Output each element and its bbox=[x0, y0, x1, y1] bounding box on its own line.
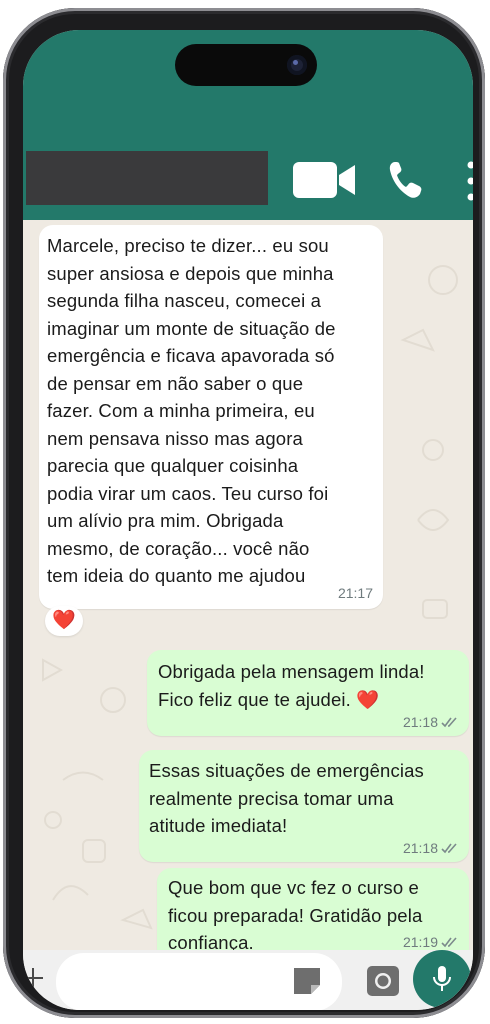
message-line: parecia que qualquer coisinha bbox=[47, 455, 299, 476]
message-time: 21:18 bbox=[402, 840, 438, 856]
phone-frame: Marcele, preciso te dizer... eu sou supe… bbox=[3, 8, 485, 1018]
message-line: realmente precisa tomar uma bbox=[149, 787, 394, 809]
message-line: fazer. Com a minha primeira, eu bbox=[47, 400, 315, 421]
message-line: tem ideia do quanto me ajudou bbox=[47, 565, 306, 586]
chat-header bbox=[23, 150, 473, 220]
message-line: mesmo, de coração... você não bbox=[47, 537, 310, 559]
message-line: emergência e ficava apavorada só bbox=[47, 345, 335, 366]
message-time: 21:17 bbox=[337, 585, 373, 601]
message-line: segunda filha nasceu, comecei a bbox=[47, 290, 322, 311]
message-line: um alívio pra mim. Obrigada bbox=[47, 510, 284, 531]
message-line: imaginar um monte de situação de bbox=[47, 317, 336, 339]
outgoing-message-bubble[interactable]: Obrigada pela mensagem linda! Fico feliz… bbox=[147, 650, 469, 736]
contact-name-redacted[interactable] bbox=[26, 151, 268, 205]
message-line: podia virar um caos. Teu curso foi bbox=[47, 482, 329, 504]
front-camera-icon bbox=[287, 55, 307, 75]
message-line: Essas situações de emergências bbox=[149, 760, 424, 781]
message-meta: 21:18 bbox=[403, 714, 459, 730]
phone-screen: Marcele, preciso te dizer... eu sou supe… bbox=[23, 30, 473, 1010]
read-ticks-icon bbox=[441, 716, 457, 727]
read-ticks-icon bbox=[441, 936, 457, 947]
video-call-icon[interactable] bbox=[293, 161, 357, 199]
camera-icon[interactable] bbox=[366, 963, 400, 997]
microphone-button[interactable] bbox=[413, 950, 471, 1008]
message-line: ficou preparada! Gratidão pela bbox=[168, 904, 423, 926]
message-line: Que bom que vc fez o curso e bbox=[168, 877, 419, 898]
message-line: atitude imediata! bbox=[149, 815, 288, 836]
message-time: 21:19 bbox=[402, 934, 438, 950]
message-meta: 21:17 bbox=[338, 585, 373, 601]
message-time: 21:18 bbox=[402, 714, 438, 730]
status-bar bbox=[23, 30, 473, 150]
message-line: Fico feliz que te ajudei. ❤️ bbox=[158, 688, 380, 710]
more-options-icon[interactable] bbox=[467, 158, 473, 204]
chat-area[interactable]: Marcele, preciso te dizer... eu sou supe… bbox=[23, 220, 473, 950]
plus-icon[interactable] bbox=[23, 965, 46, 991]
message-line: Marcele, preciso te dizer... eu sou bbox=[47, 235, 329, 256]
outgoing-message-bubble[interactable]: Que bom que vc fez o curso e ficou prepa… bbox=[157, 868, 469, 950]
sticker-icon[interactable] bbox=[291, 965, 323, 997]
message-composer bbox=[23, 950, 473, 1010]
message-meta: 21:19 bbox=[403, 934, 459, 950]
read-ticks-icon bbox=[441, 842, 457, 853]
message-line: Obrigada pela mensagem linda! bbox=[158, 661, 425, 682]
incoming-message-bubble[interactable]: Marcele, preciso te dizer... eu sou supe… bbox=[39, 225, 383, 609]
outgoing-message-bubble[interactable]: Essas situações de emergências realmente… bbox=[139, 750, 469, 862]
message-line: nem pensava nisso mas agora bbox=[47, 427, 303, 449]
microphone-icon bbox=[433, 966, 451, 991]
message-line: super ansiosa e depois que minha bbox=[47, 262, 334, 284]
heart-reaction-icon[interactable]: ❤️ bbox=[45, 606, 83, 636]
message-meta: 21:18 bbox=[403, 840, 459, 856]
dynamic-island bbox=[175, 44, 317, 86]
message-line: de pensar em não saber o que bbox=[47, 372, 304, 394]
phone-call-icon[interactable] bbox=[387, 160, 423, 200]
